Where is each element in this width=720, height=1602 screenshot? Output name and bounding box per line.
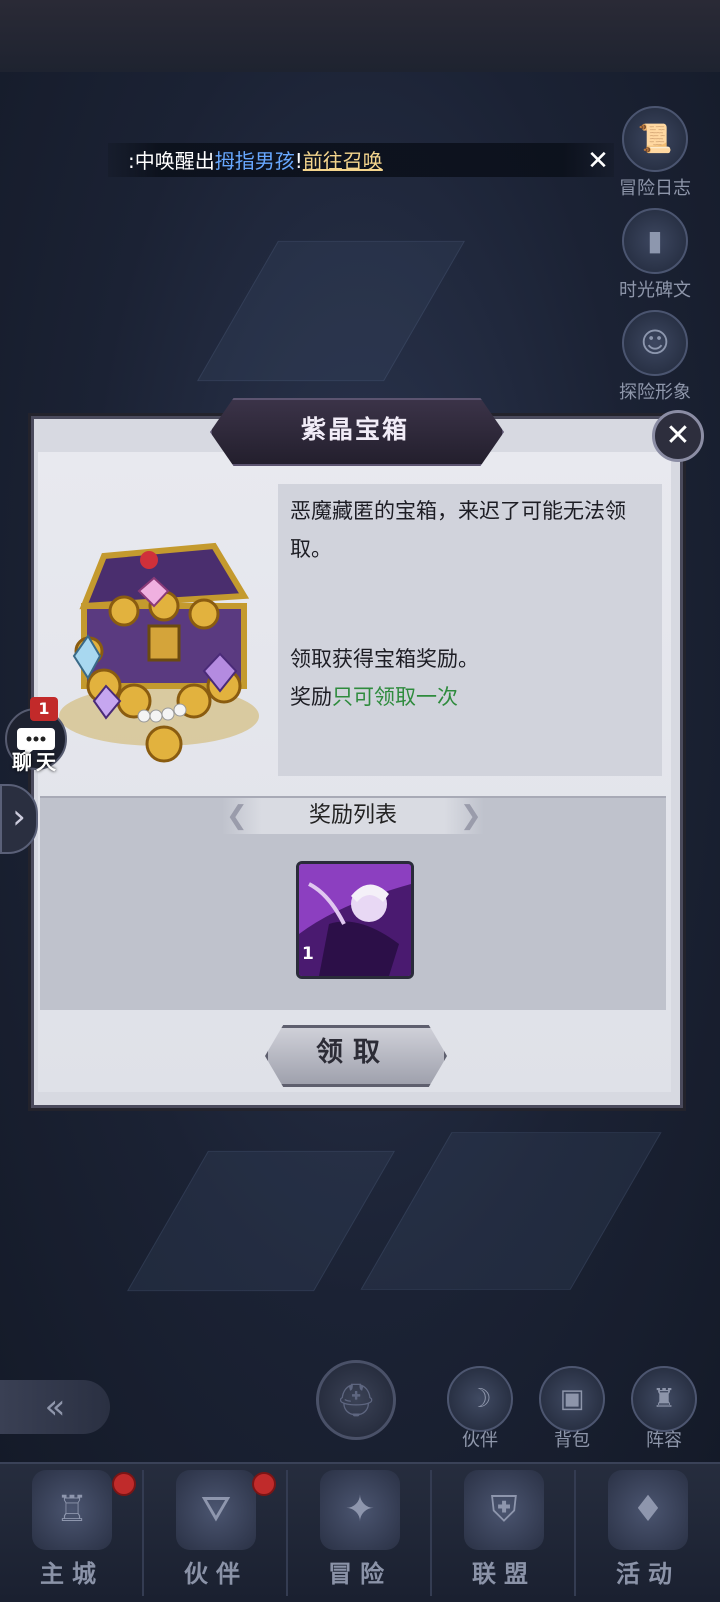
notification-dot: [252, 1472, 276, 1496]
dialog-title: 紫晶宝箱: [300, 415, 409, 444]
backpack-icon: ▣: [539, 1366, 605, 1432]
explorer-appearance-label: 探险形象: [619, 382, 691, 403]
nav-tab-alliance[interactable]: ⛨ 联盟: [434, 1464, 574, 1600]
claim-limit-highlight: 只可领取一次: [332, 685, 458, 709]
chat-label: 聊天: [12, 750, 60, 774]
nav-tab-adventure[interactable]: ✦ 冒险: [290, 1464, 430, 1600]
time-inscription-label: 时光碑文: [619, 280, 691, 301]
go-summon-link[interactable]: 前往召唤: [303, 149, 383, 173]
shield-icon: ⛨: [464, 1470, 544, 1550]
adventure-log-label: 冒险日志: [619, 178, 691, 199]
announcement-separator: !: [294, 149, 303, 173]
nav-divider: [430, 1470, 432, 1596]
portrait-icon: ☺: [622, 310, 688, 376]
backpack-button[interactable]: ▣ 背包: [536, 1366, 608, 1452]
close-icon[interactable]: ✕: [585, 148, 611, 174]
nav-tab-label: 主城: [40, 1560, 104, 1588]
nav-tab-label: 活动: [616, 1560, 680, 1588]
announcement-text: :中唤醒出拇指男孩!前往召唤: [128, 146, 383, 176]
claim-description: 领取获得宝箱奖励。: [290, 647, 479, 671]
announcement-hero-name: 拇指男孩: [214, 149, 295, 173]
nav-divider: [142, 1470, 144, 1596]
claim-limit-prefix: 奖励: [290, 685, 332, 709]
hero-portrait-icon: [299, 864, 411, 976]
chevron-right-icon: ›: [12, 797, 26, 837]
witch-hat-icon: ⛛: [176, 1470, 256, 1550]
chest-description: 恶魔藏匿的宝箱，来迟了可能无法领取。: [290, 499, 626, 561]
notification-dot: [112, 1472, 136, 1496]
cards-icon: ♦: [608, 1470, 688, 1550]
nav-tab-label: 冒险: [328, 1560, 392, 1588]
claim-limit-note: 奖励只可领取一次: [290, 678, 660, 716]
top-banner-background: [0, 0, 720, 72]
nav-divider: [286, 1470, 288, 1596]
lineup-button[interactable]: ♜ 阵容: [628, 1366, 700, 1452]
announcement-prefix: :中唤醒出: [128, 149, 215, 173]
castle-icon: ♖: [32, 1470, 112, 1550]
nav-tab-label: 联盟: [472, 1560, 536, 1588]
backpack-label: 背包: [554, 1430, 590, 1451]
tombstone-icon: ▮: [622, 208, 688, 274]
scroll-icon: 📜: [622, 106, 688, 172]
lineup-label: 阵容: [646, 1430, 682, 1451]
compass-icon: ✦: [320, 1470, 400, 1550]
chess-icon: ♜: [631, 1366, 697, 1432]
adventure-log-button[interactable]: 📜 冒险日志: [610, 106, 700, 200]
helmet-button[interactable]: ⛑: [316, 1360, 396, 1440]
nav-tab-label: 伙伴: [184, 1560, 248, 1588]
reward-list-title: 奖励列表: [308, 803, 397, 828]
time-inscription-button[interactable]: ▮ 时光碑文: [610, 208, 700, 302]
chest-icon: [44, 486, 274, 776]
close-icon[interactable]: ✕: [652, 410, 704, 462]
explorer-appearance-button[interactable]: ☺ 探险形象: [610, 310, 700, 404]
reward-count: 1: [302, 944, 314, 964]
claim-button-label[interactable]: 领取: [265, 1025, 441, 1081]
helmet-icon: ⛑: [335, 1381, 377, 1419]
chat-unread-badge: 1: [30, 697, 58, 721]
nav-tab-events[interactable]: ♦ 活动: [578, 1464, 718, 1600]
companion-shortcut-label: 伙伴: [462, 1430, 498, 1451]
back-arrow-icon: «: [44, 1387, 66, 1427]
companion-shortcut-button[interactable]: ☽ 伙伴: [444, 1366, 516, 1452]
back-button[interactable]: «: [0, 1380, 110, 1434]
nav-divider: [574, 1470, 576, 1596]
companion-icon: ☽: [447, 1366, 513, 1432]
